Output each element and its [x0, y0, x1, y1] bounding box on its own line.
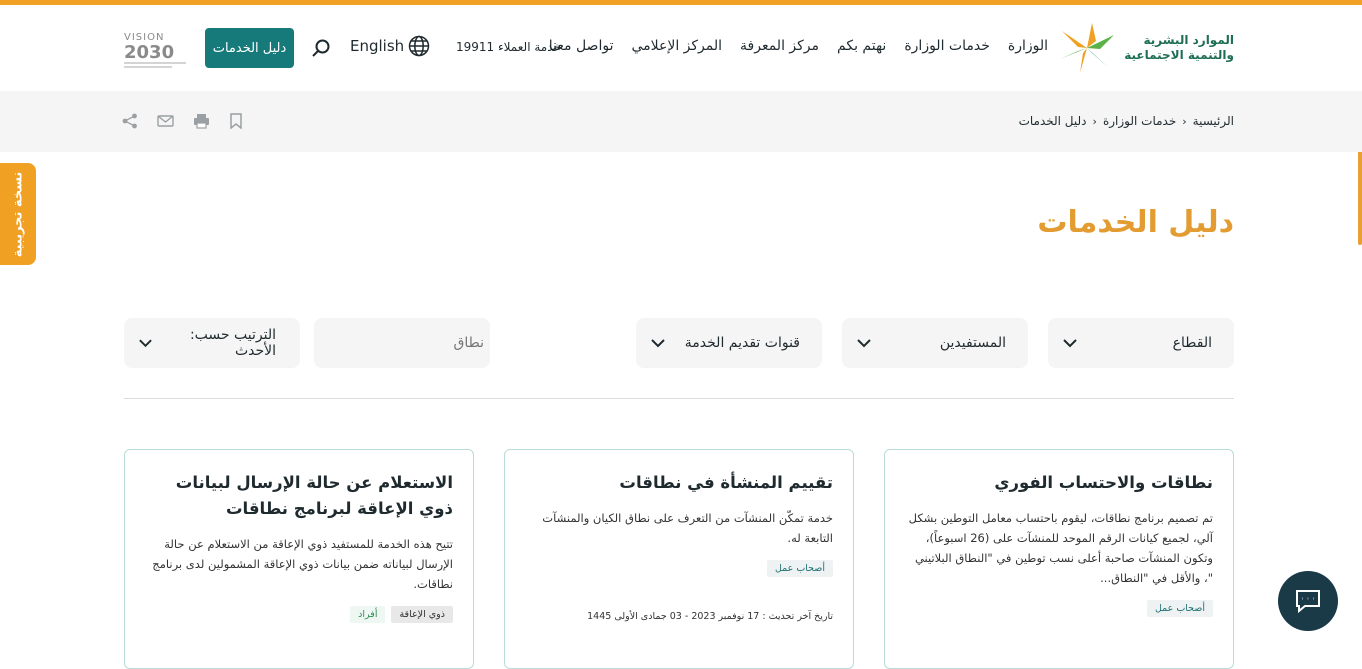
nav-knowledge-center[interactable]: مركز المعرفة [740, 38, 819, 54]
chevron-left-icon: ‹ [1092, 114, 1097, 128]
vision-2030-logo: VISION 2030 [124, 32, 186, 68]
print-icon[interactable] [193, 113, 210, 129]
service-card[interactable]: الاستعلام عن حالة الإرسال لبيانات ذوي ال… [124, 449, 474, 669]
nav-we-care[interactable]: نهتم بكم [837, 38, 886, 54]
sort-dropdown[interactable]: الترتيب حسب: الأحدث [124, 318, 300, 368]
page-title: دليل الخدمات [1037, 205, 1234, 240]
chevron-down-icon [857, 339, 871, 348]
service-card-tags: ذوي الإعاقة أفراد [145, 606, 453, 623]
nav-ministry-services[interactable]: خدمات الوزارة [904, 38, 990, 54]
vision-year: 2030 [124, 42, 174, 63]
last-updated-date: تاريخ آخر تحديث : 17 نوفمبر 2023 - 03 جم… [587, 611, 833, 622]
beta-version-label: نسخة تجريبية [10, 171, 26, 257]
customer-care-number[interactable]: خدمة العملاء 19911 [456, 40, 561, 54]
logo-line-2: والتنمية الاجتماعية [1124, 48, 1234, 62]
beneficiaries-filter-label: المستفيدين [939, 335, 1006, 351]
service-card[interactable]: تقييم المنشأة في نطاقات خدمة تمكّن المنش… [504, 449, 854, 669]
service-card-description: تتيح هذه الخدمة للمستفيد ذوي الإعاقة من … [152, 537, 453, 591]
channels-filter-label: قنوات تقديم الخدمة [684, 335, 800, 351]
breadcrumb-home[interactable]: الرئيسية [1193, 114, 1234, 128]
channels-filter[interactable]: قنوات تقديم الخدمة [636, 318, 822, 368]
chat-icon [1296, 590, 1320, 614]
service-card-tags: أصحاب عمل [525, 560, 833, 577]
nav-ministry[interactable]: الوزارة [1008, 38, 1048, 54]
scope-search [314, 318, 490, 368]
service-card-title[interactable]: نطاقات والاحتساب الفوري [905, 470, 1213, 496]
main-navigation: الوزارة خدمات الوزارة نهتم بكم مركز المع… [549, 38, 1048, 54]
breadcrumb-current: دليل الخدمات [1018, 114, 1087, 128]
sector-filter-label: القطاع [1172, 335, 1212, 351]
search-icon[interactable] [311, 38, 331, 58]
nav-media-center[interactable]: المركز الإعلامي [631, 38, 722, 54]
mail-icon[interactable] [157, 113, 174, 129]
breadcrumb-ministry-services[interactable]: خدمات الوزارة [1103, 114, 1176, 128]
beta-version-tab[interactable]: نسخة تجريبية [0, 163, 36, 265]
ministry-logo[interactable]: الموارد البشرية والتنمية الاجتماعية [1056, 21, 1234, 75]
language-switch[interactable]: English [350, 35, 430, 57]
service-card-tags: أصحاب عمل [905, 600, 1213, 617]
filters-divider [124, 398, 1234, 399]
ministry-emblem-icon [1060, 23, 1115, 73]
audience-tag: أفراد [350, 606, 386, 623]
logo-line-1: الموارد البشرية [1143, 33, 1234, 47]
share-icon[interactable] [122, 113, 138, 129]
breadcrumb-bar: الرئيسية ‹ خدمات الوزارة ‹ دليل الخدمات [0, 91, 1362, 152]
service-card[interactable]: نطاقات والاحتساب الفوري تم تصميم برنامج … [884, 449, 1234, 669]
service-card-title[interactable]: تقييم المنشأة في نطاقات [525, 470, 833, 496]
bookmark-icon[interactable] [229, 113, 243, 129]
sector-filter[interactable]: القطاع [1048, 318, 1234, 368]
service-card-description: تم تصميم برنامج نطاقات، ليقوم باحتساب مع… [908, 511, 1213, 585]
site-header: الموارد البشرية والتنمية الاجتماعية الوز… [0, 5, 1362, 91]
service-card-description: خدمة تمكّن المنشآت من التعرف على نطاق ال… [542, 511, 833, 545]
services-guide-button[interactable]: دليل الخدمات [205, 28, 294, 68]
service-card-title[interactable]: الاستعلام عن حالة الإرسال لبيانات ذوي ال… [145, 470, 453, 522]
chevron-down-icon [1063, 339, 1077, 348]
sort-label: الترتيب حسب: الأحدث [189, 327, 276, 359]
chat-button[interactable] [1278, 571, 1338, 631]
audience-tag: ذوي الإعاقة [391, 606, 453, 623]
chevron-left-icon: ‹ [1182, 114, 1187, 128]
page-tools [122, 113, 243, 129]
chevron-down-icon [139, 339, 152, 348]
chevron-down-icon [651, 339, 665, 348]
audience-tag: أصحاب عمل [1146, 600, 1213, 617]
globe-icon [408, 35, 430, 57]
audience-tag: أصحاب عمل [766, 560, 833, 577]
scope-search-input[interactable] [324, 335, 484, 351]
language-label: English [350, 37, 405, 55]
beneficiaries-filter[interactable]: المستفيدين [842, 318, 1028, 368]
breadcrumb: الرئيسية ‹ خدمات الوزارة ‹ دليل الخدمات [1019, 114, 1234, 128]
